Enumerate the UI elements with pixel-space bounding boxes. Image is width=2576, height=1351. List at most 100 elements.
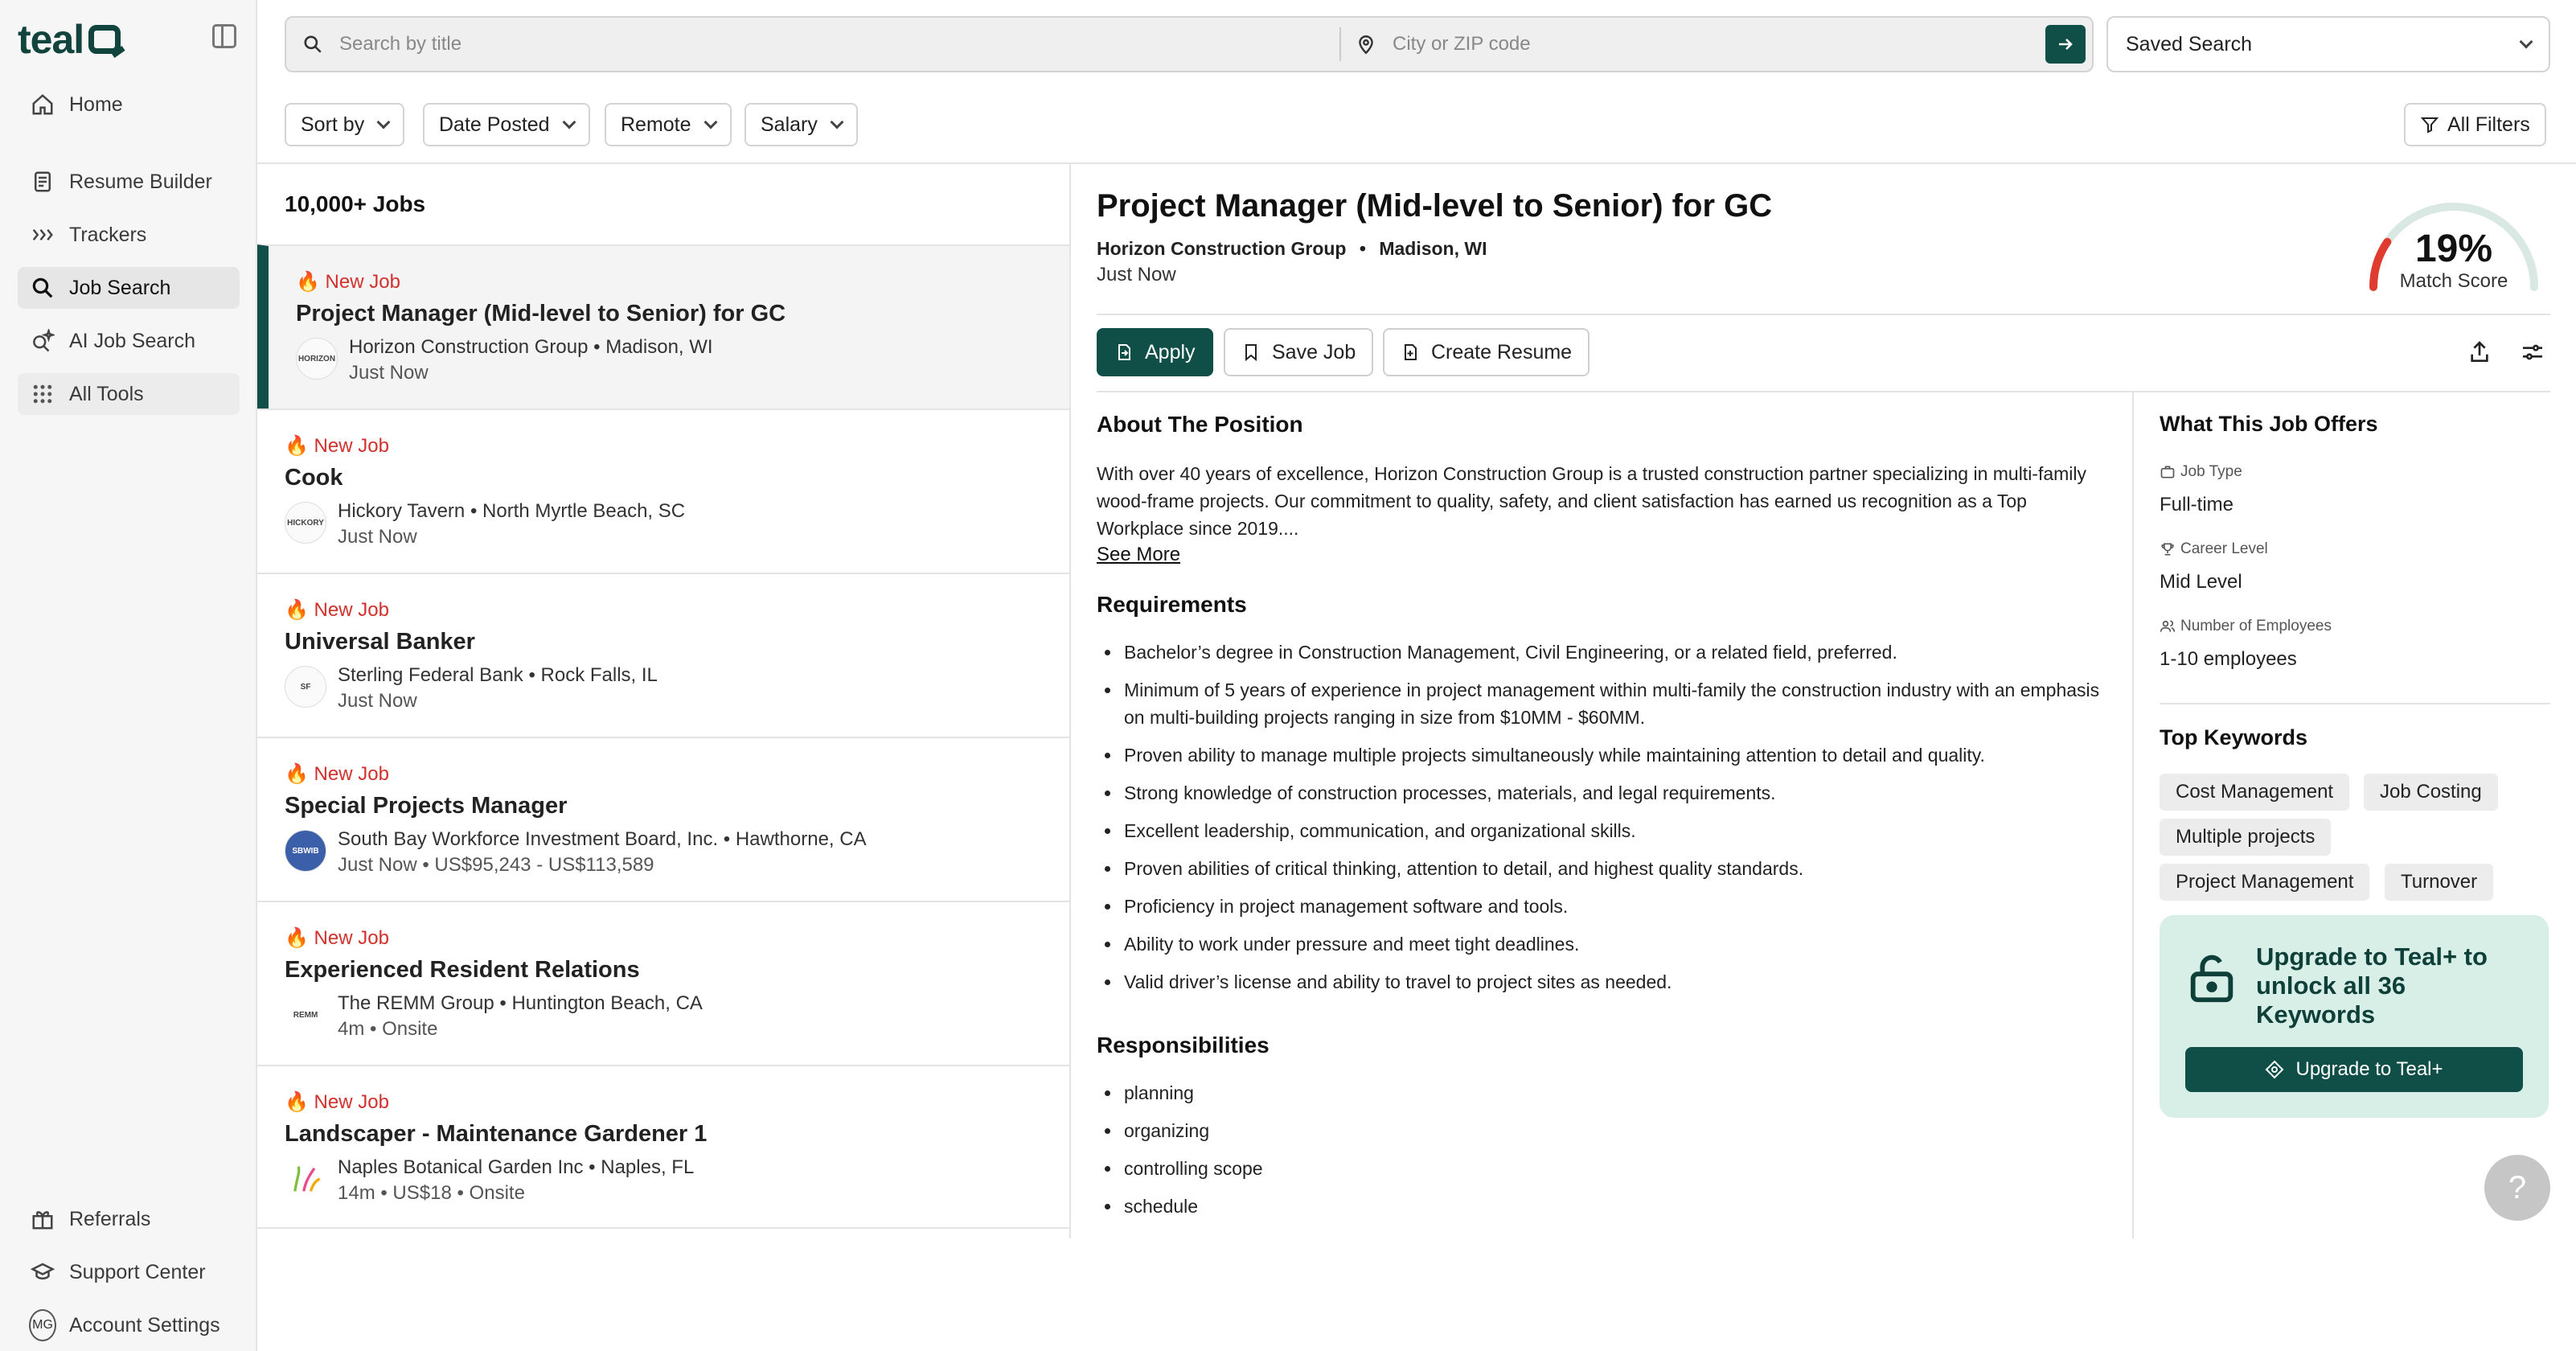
match-score-gauge: 19% Match Score xyxy=(2357,187,2550,299)
chevron-down-icon xyxy=(562,115,576,129)
job-title: Landscaper - Maintenance Gardener 1 xyxy=(285,1121,708,1147)
search-submit-button[interactable] xyxy=(2045,25,2086,64)
sidebar-item-support-center[interactable]: Support Center xyxy=(18,1251,240,1293)
keyword-chip: Turnover xyxy=(2385,864,2494,901)
responsibility-item: planning xyxy=(1097,1079,2102,1107)
job-detail-company[interactable]: Horizon Construction Group xyxy=(1097,238,1346,259)
create-resume-label: Create Resume xyxy=(1431,340,1573,363)
company-logo: HORIZON xyxy=(296,338,338,380)
remote-label: Remote xyxy=(621,113,691,136)
saved-search-select[interactable]: Saved Search xyxy=(2106,16,2550,72)
briefcase-icon xyxy=(2160,466,2175,478)
keyword-chip: Job Costing xyxy=(2364,774,2498,811)
employees-label: Number of Employees xyxy=(2160,618,2332,635)
salary-dropdown[interactable]: Salary xyxy=(744,103,858,146)
requirement-item: Proven abilities of critical thinking, a… xyxy=(1097,855,2102,882)
sidebar-item-all-tools[interactable]: All Tools xyxy=(18,373,240,415)
see-more-link[interactable]: See More xyxy=(1097,544,1180,566)
home-icon xyxy=(29,91,56,118)
apply-button[interactable]: Apply xyxy=(1097,328,1213,376)
ai-search-icon xyxy=(29,327,56,355)
company-logo-text: HICKORY xyxy=(287,518,324,528)
career-level-label-text: Career Level xyxy=(2180,540,2268,557)
company-logo: HICKORY xyxy=(285,502,326,544)
title-search-input[interactable]: Search by title xyxy=(302,18,1323,71)
company-location: South Bay Workforce Investment Board, In… xyxy=(338,828,867,850)
sidebar-item-label: Account Settings xyxy=(69,1313,220,1337)
collapse-sidebar-icon[interactable] xyxy=(212,24,236,48)
search-icon xyxy=(29,274,56,302)
job-meta: Just Now xyxy=(338,690,417,712)
keyword-chip: Cost Management xyxy=(2160,774,2350,811)
job-card[interactable]: 🔥 New Job Landscaper - Maintenance Garde… xyxy=(257,1065,1069,1229)
search-bar: Search by title City or ZIP code xyxy=(285,16,2094,72)
job-detail-title: Project Manager (Mid-level to Senior) fo… xyxy=(1097,188,1773,224)
sort-by-label: Sort by xyxy=(301,113,365,136)
company-logo: SF xyxy=(285,666,326,708)
upgrade-button[interactable]: Upgrade to Teal+ xyxy=(2185,1047,2523,1092)
save-job-button[interactable]: Save Job xyxy=(1224,328,1374,376)
teal-logo[interactable]: teal xyxy=(18,16,121,63)
sidebar-item-label: Job Search xyxy=(69,276,171,299)
company-logo: REMM xyxy=(285,994,326,1036)
upgrade-card: Upgrade to Teal+ to unlock all 36 Keywor… xyxy=(2160,915,2549,1118)
job-type-value: Full-time xyxy=(2160,494,2234,515)
new-job-badge: 🔥 New Job xyxy=(296,271,400,293)
help-button[interactable]: ? xyxy=(2484,1155,2550,1221)
requirements-list: Bachelor’s degree in Construction Manage… xyxy=(1097,639,2102,1006)
sidebar-item-referrals[interactable]: Referrals xyxy=(18,1198,240,1240)
job-card[interactable]: 🔥 New Job Experienced Resident Relations… xyxy=(257,901,1069,1065)
sidebar: teal Home Resume Builder Trackers Job Se… xyxy=(0,0,257,1351)
leaf-logo-icon xyxy=(293,1166,321,1192)
resume-doc-icon xyxy=(1401,343,1420,362)
responsibility-item: schedule xyxy=(1097,1193,2102,1220)
share-icon[interactable] xyxy=(2467,339,2492,365)
sidebar-item-ai-job-search[interactable]: AI Job Search xyxy=(18,320,240,362)
requirement-item: Valid driver’s license and ability to tr… xyxy=(1097,968,2102,996)
job-card[interactable]: 🔥 New Job Cook HICKORY Hickory Tavern • … xyxy=(257,409,1069,573)
sidebar-item-account-settings[interactable]: MG Account Settings xyxy=(18,1304,240,1346)
job-title: Cook xyxy=(285,465,343,491)
job-list: 10,000+ Jobs 🔥 New Job Project Manager (… xyxy=(257,164,1071,1238)
upgrade-button-label: Upgrade to Teal+ xyxy=(2295,1058,2443,1080)
date-posted-dropdown[interactable]: Date Posted xyxy=(423,103,590,146)
gift-icon xyxy=(29,1205,56,1233)
date-posted-label: Date Posted xyxy=(439,113,550,136)
requirements-heading: Requirements xyxy=(1097,592,1247,617)
remote-dropdown[interactable]: Remote xyxy=(605,103,732,146)
location-pin-icon xyxy=(1359,35,1373,55)
company-location: The REMM Group • Huntington Beach, CA xyxy=(338,992,703,1014)
arrow-right-icon xyxy=(2059,39,2073,50)
sidebar-item-resume-builder[interactable]: Resume Builder xyxy=(18,161,240,203)
responsibility-item: organizing xyxy=(1097,1117,2102,1144)
job-meta: Just Now xyxy=(338,526,417,548)
grid-icon xyxy=(29,380,56,408)
create-resume-button[interactable]: Create Resume xyxy=(1383,328,1590,376)
job-count: 10,000+ Jobs xyxy=(285,191,426,216)
job-meta: Just Now xyxy=(349,362,429,384)
sidebar-item-home[interactable]: Home xyxy=(18,84,240,125)
adjust-settings-icon[interactable] xyxy=(2520,339,2545,365)
bookmark-icon xyxy=(1241,343,1261,362)
trophy-icon xyxy=(2161,543,2174,556)
job-card[interactable]: 🔥 New Job Project Manager (Mid-level to … xyxy=(257,244,1069,409)
company-logo: SBWIB xyxy=(285,830,326,872)
job-detail-location: Madison, WI xyxy=(1379,238,1487,259)
search-icon xyxy=(304,35,322,53)
sort-by-dropdown[interactable]: Sort by xyxy=(285,103,405,146)
sidebar-item-job-search[interactable]: Job Search xyxy=(18,267,240,309)
location-search-input[interactable]: City or ZIP code xyxy=(1356,18,2031,71)
sidebar-item-trackers[interactable]: Trackers xyxy=(18,214,240,256)
responsibilities-heading: Responsibilities xyxy=(1097,1033,1270,1057)
all-filters-button[interactable]: All Filters xyxy=(2404,103,2546,146)
saved-search-label: Saved Search xyxy=(2126,32,2253,55)
job-meta: 4m • Onsite xyxy=(338,1018,438,1040)
job-meta: Just Now • US$95,243 - US$113,589 xyxy=(338,854,654,876)
avatar: MG xyxy=(29,1309,56,1341)
job-title: Special Projects Manager xyxy=(285,793,568,819)
job-card[interactable]: 🔥 New Job Universal Banker SF Sterling F… xyxy=(257,573,1069,737)
new-job-badge: 🔥 New Job xyxy=(285,763,389,785)
job-type-label-text: Job Type xyxy=(2180,463,2242,480)
chevron-down-icon xyxy=(830,115,844,129)
job-card[interactable]: 🔥 New Job Special Projects Manager SBWIB… xyxy=(257,737,1069,901)
